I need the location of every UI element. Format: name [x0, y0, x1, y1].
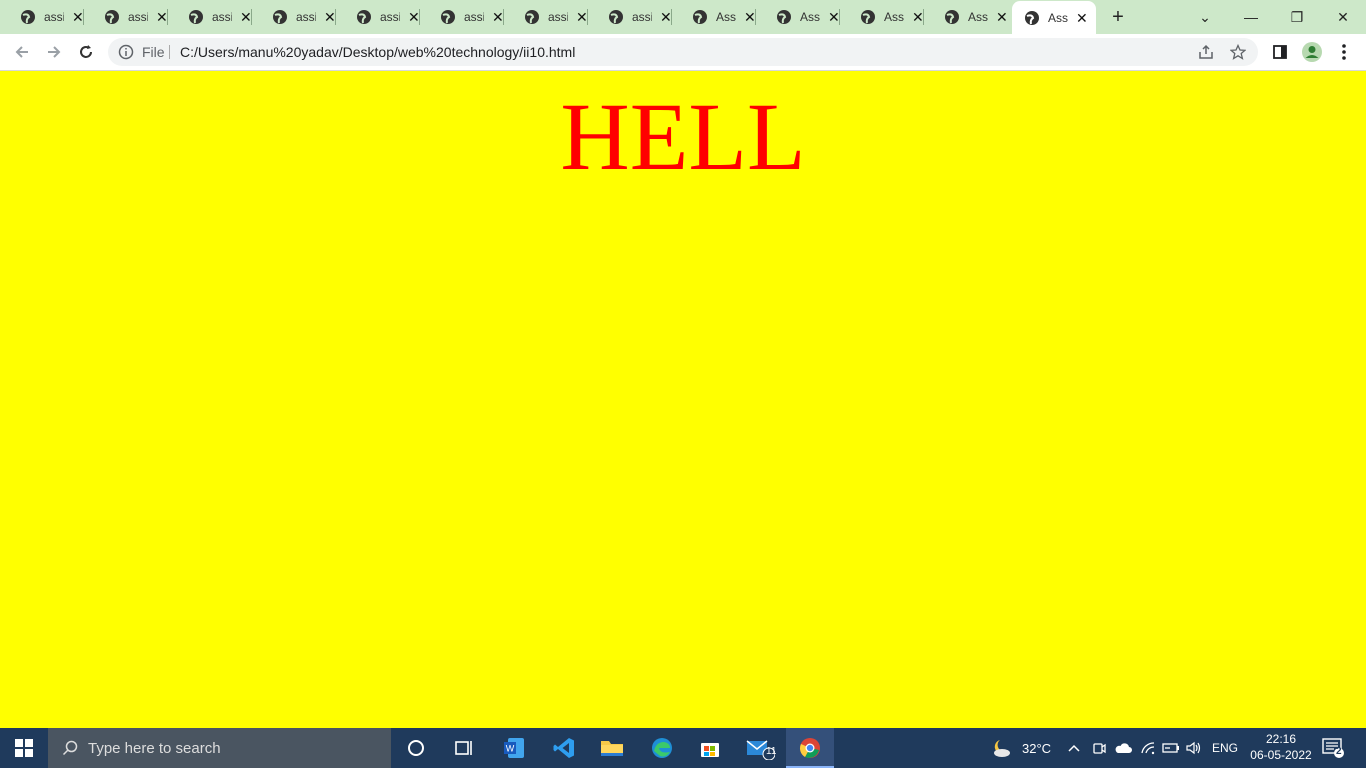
- tab-label: assi: [44, 10, 64, 24]
- wifi-icon[interactable]: [1140, 728, 1156, 768]
- info-icon[interactable]: [118, 44, 134, 60]
- tab-label: Ass: [800, 10, 820, 24]
- globe-icon: [609, 10, 623, 24]
- browser-tab[interactable]: Ass ✕: [756, 0, 840, 34]
- taskbar-search-box[interactable]: Type here to search: [48, 728, 391, 768]
- globe-icon: [525, 10, 539, 24]
- task-view-icon[interactable]: [440, 728, 488, 768]
- search-placeholder: Type here to search: [88, 739, 221, 757]
- tab-label: Ass: [1048, 10, 1068, 25]
- tab-label: assi: [380, 10, 400, 24]
- volume-icon[interactable]: [1186, 728, 1202, 768]
- globe-icon: [861, 10, 875, 24]
- windows-taskbar: Type here to search W 11 32°C ENG 22:16 …: [0, 728, 1366, 768]
- tab-label: Ass: [884, 10, 904, 24]
- battery-icon[interactable]: [1162, 728, 1180, 768]
- page-heading: HELL: [560, 83, 806, 190]
- mail-badge: 11: [766, 746, 777, 757]
- edge-browser-icon[interactable]: [638, 728, 686, 768]
- browser-tab[interactable]: assi ✕: [84, 0, 168, 34]
- tab-label: assi: [212, 10, 232, 24]
- input-language[interactable]: ENG: [1212, 728, 1238, 768]
- address-bar[interactable]: File C:/Users/manu%20yadav/Desktop/web%2…: [108, 38, 1258, 66]
- globe-icon: [441, 10, 455, 24]
- tab-label: assi: [296, 10, 316, 24]
- scheme-label: File: [142, 44, 165, 60]
- forward-arrow-icon[interactable]: [42, 40, 66, 64]
- clock-date: 06-05-2022: [1250, 748, 1312, 762]
- browser-tab[interactable]: assi ✕: [168, 0, 252, 34]
- show-hidden-icons-icon[interactable]: [1068, 728, 1080, 768]
- notifications-icon[interactable]: 2: [1322, 728, 1344, 768]
- weather-moon-cloud-icon: [994, 740, 1010, 757]
- clock-time: 22:16: [1265, 732, 1297, 746]
- browser-tab[interactable]: assi ✕: [588, 0, 672, 34]
- new-tab-button[interactable]: +: [1108, 7, 1128, 27]
- tab-search-icon[interactable]: ⌄: [1182, 0, 1228, 34]
- browser-tab[interactable]: assi ✕: [252, 0, 336, 34]
- globe-icon: [777, 10, 791, 24]
- close-window-icon[interactable]: ✕: [1320, 0, 1366, 34]
- page-viewport: HELL: [0, 71, 1366, 728]
- browser-tab[interactable]: assi ✕: [420, 0, 504, 34]
- meet-now-icon[interactable]: [1092, 728, 1106, 768]
- tab-label: assi: [632, 10, 652, 24]
- browser-tab-active[interactable]: Ass ✕: [1012, 1, 1096, 34]
- browser-tab[interactable]: assi ✕: [336, 0, 420, 34]
- restore-icon[interactable]: ❐: [1274, 0, 1320, 34]
- weather-temperature: 32°C: [1022, 740, 1052, 756]
- globe-icon: [357, 10, 371, 24]
- globe-icon: [693, 10, 707, 24]
- windows-start-icon[interactable]: [0, 728, 48, 768]
- url-text[interactable]: C:/Users/manu%20yadav/Desktop/web%20tech…: [180, 44, 575, 60]
- onedrive-icon[interactable]: [1114, 728, 1132, 768]
- globe-icon: [189, 10, 203, 24]
- profile-icon[interactable]: [1300, 40, 1324, 64]
- globe-icon: [945, 10, 959, 24]
- mail-app-icon[interactable]: 11: [736, 728, 784, 768]
- browser-tab[interactable]: assi ✕: [504, 0, 588, 34]
- tab-strip: assi ✕ assi ✕ assi ✕ assi ✕ assi ✕ assi …: [0, 0, 1366, 34]
- browser-tab[interactable]: assi ✕: [0, 0, 84, 34]
- star-icon[interactable]: [1230, 44, 1246, 60]
- side-panel-icon[interactable]: [1268, 40, 1292, 64]
- chrome-app-icon[interactable]: [786, 728, 834, 768]
- close-tab-icon[interactable]: ✕: [996, 10, 1008, 24]
- tab-label: assi: [548, 10, 568, 24]
- omnibox-divider: [169, 45, 170, 59]
- tab-label: Ass: [716, 10, 736, 24]
- weather-widget[interactable]: 32°C: [990, 728, 1051, 768]
- reload-icon[interactable]: [74, 40, 98, 64]
- svg-text:W: W: [506, 744, 515, 754]
- browser-tab[interactable]: Ass ✕: [672, 0, 756, 34]
- minimize-icon[interactable]: —: [1228, 0, 1274, 34]
- globe-icon: [21, 10, 35, 24]
- notifications-badge: 2: [1336, 746, 1342, 757]
- word-app-icon[interactable]: W: [490, 728, 538, 768]
- globe-icon: [1025, 10, 1039, 25]
- cortana-icon[interactable]: [392, 728, 440, 768]
- vscode-app-icon[interactable]: [540, 728, 588, 768]
- tab-label: Ass: [968, 10, 988, 24]
- browser-tab[interactable]: Ass ✕: [840, 0, 924, 34]
- browser-tab[interactable]: Ass ✕: [924, 0, 1008, 34]
- kebab-menu-icon[interactable]: [1332, 40, 1356, 64]
- back-arrow-icon[interactable]: [10, 40, 34, 64]
- browser-toolbar: File C:/Users/manu%20yadav/Desktop/web%2…: [0, 34, 1366, 71]
- system-clock[interactable]: 22:16 06-05-2022: [1248, 731, 1314, 763]
- tab-label: assi: [128, 10, 148, 24]
- share-icon[interactable]: [1198, 44, 1214, 60]
- microsoft-store-icon[interactable]: [686, 728, 734, 768]
- close-tab-icon[interactable]: ✕: [1076, 11, 1088, 25]
- globe-icon: [273, 10, 287, 24]
- file-explorer-icon[interactable]: [588, 728, 636, 768]
- search-icon: [62, 740, 78, 756]
- tab-label: assi: [464, 10, 484, 24]
- globe-icon: [105, 10, 119, 24]
